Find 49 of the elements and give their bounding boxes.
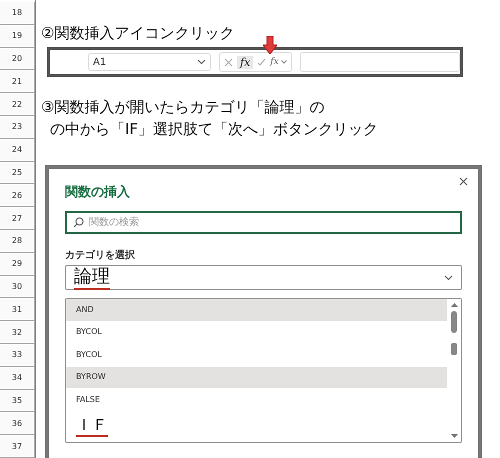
close-icon[interactable] — [459, 177, 468, 186]
scrollbar-thumb[interactable] — [451, 343, 457, 355]
row-header: 20 — [0, 48, 35, 70]
row-header: 34 — [0, 366, 35, 390]
row-header: 28 — [0, 230, 35, 253]
formula-input[interactable] — [300, 52, 460, 72]
row-header: 32 — [0, 321, 35, 344]
category-dropdown[interactable]: 論理 — [65, 265, 462, 290]
function-item[interactable]: FALSE — [66, 389, 447, 411]
function-item[interactable]: BYCOL — [66, 344, 447, 366]
scrollbar-thumb[interactable] — [451, 311, 457, 333]
instruction-text: ②関数挿入アイコンクリック — [41, 23, 236, 43]
search-icon — [73, 217, 84, 228]
row-header: 37 — [0, 435, 35, 458]
name-box[interactable]: A1 — [88, 53, 211, 71]
function-item[interactable]: BYROW — [66, 366, 447, 388]
row-header: 35 — [0, 390, 35, 412]
row-header: 29 — [0, 252, 35, 276]
row-header: 33 — [0, 344, 35, 367]
chevron-icon — [444, 274, 453, 280]
scroll-down-icon[interactable] — [450, 434, 458, 438]
row-header: 26 — [0, 184, 35, 208]
insert-function-button[interactable]: fx — [237, 56, 254, 68]
row-header: 24 — [0, 138, 35, 162]
dialog-title: 関数の挿入 — [65, 184, 131, 201]
function-menu-button[interactable]: fx — [270, 57, 287, 67]
row-header: 22 — [0, 93, 35, 116]
search-field[interactable]: 関数の検索 — [65, 211, 462, 234]
row-header: 27 — [0, 207, 35, 230]
row-header: 31 — [0, 298, 35, 322]
row-header: 30 — [0, 276, 35, 298]
row-header: 21 — [0, 70, 35, 94]
chevron-icon — [197, 59, 206, 65]
row-header: 36 — [0, 412, 35, 436]
field-label: カテゴリを選択 — [65, 248, 136, 262]
instruction-text: の中から「IF」選択肢て「次へ」ボタンクリック — [49, 119, 380, 140]
cancel-icon[interactable] — [224, 58, 233, 66]
function-item[interactable]: AND — [66, 299, 447, 321]
caret-icon — [280, 60, 287, 64]
scroll-up-icon[interactable] — [450, 303, 458, 307]
row-header: 19 — [0, 24, 35, 48]
instruction-text: ③関数挿入が開いたらカテゴリ「論理」の — [41, 97, 326, 118]
row-header: 25 — [0, 162, 35, 184]
down-arrow-icon — [263, 36, 277, 54]
row-header: 18 — [0, 2, 35, 25]
row-header: 23 — [0, 116, 35, 139]
function-item[interactable]: BYCOL — [66, 322, 447, 344]
check-icon[interactable] — [257, 58, 266, 66]
function-item[interactable]: ＩＦ — [66, 412, 447, 442]
